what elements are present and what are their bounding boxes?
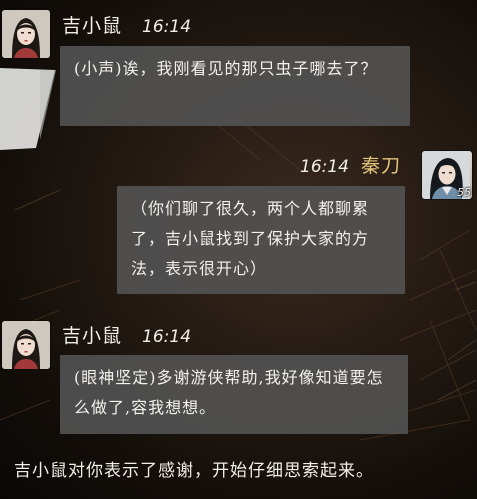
speaker-header: 吉小鼠 16:14 [62, 321, 191, 348]
message-time: 16:14 [142, 17, 192, 37]
npc-message-bubble: (小声)诶，我刚看见的那只虫子哪去了？ [60, 46, 410, 126]
narration-text: 吉小鼠对你表示了感谢，开始仔细思索起来。 [14, 461, 374, 481]
message-time: 16:14 [142, 327, 192, 347]
player-level-badge: 55 [457, 186, 471, 199]
avatar[interactable] [2, 10, 50, 58]
female-character-portrait-icon [2, 10, 50, 58]
message-text: （你们聊了很久，两个人都聊累了，吉小鼠找到了保护大家的方法，表示很开心） [131, 199, 370, 278]
npc-message-bubble: (眼神坚定)多谢游侠帮助,我好像知道要怎么做了,容我想想。 [60, 355, 408, 434]
dialogue-screen: 吉小鼠 16:14 (小声)诶，我刚看见的那只虫子哪去了？ 16:14 秦刀 5… [0, 0, 477, 499]
player-message-bubble: （你们聊了很久，两个人都聊累了，吉小鼠找到了保护大家的方法，表示很开心） [117, 186, 405, 294]
speaker-name: 吉小鼠 [62, 15, 123, 37]
speaker-header: 16:14 秦刀 [300, 151, 401, 178]
female-character-portrait-icon [2, 321, 50, 369]
message-text: (眼神坚定)多谢游侠帮助,我好像知道要怎么做了,容我想想。 [74, 368, 384, 417]
avatar[interactable]: 55 [422, 151, 472, 199]
speaker-header: 吉小鼠 16:14 [62, 11, 191, 38]
avatar[interactable] [2, 321, 50, 369]
message-text: (小声)诶，我刚看见的那只虫子哪去了？ [74, 59, 378, 78]
speaker-name: 秦刀 [361, 155, 402, 177]
speaker-name: 吉小鼠 [62, 325, 123, 347]
message-time: 16:14 [300, 157, 349, 177]
